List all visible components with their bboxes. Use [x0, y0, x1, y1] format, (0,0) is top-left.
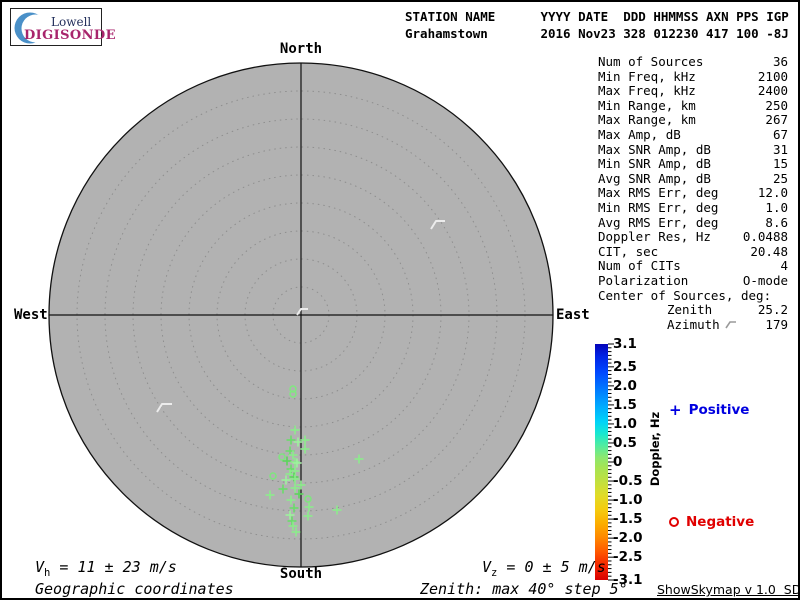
stat-value: 36 [772, 54, 788, 69]
stat-row: Zenith 25.2 [598, 302, 788, 318]
stat-row: Min Freq, kHz 2100 [598, 68, 788, 85]
colorbar-tick-label: -0.5 [613, 473, 643, 490]
colorbar-tick-label: -1.0 [613, 492, 643, 509]
stat-value: 12.0 [757, 185, 788, 201]
negative-legend-label: Negative [686, 514, 755, 530]
stat-label: Avg SNR Amp, dB [598, 170, 711, 186]
compass-south-label: South [279, 566, 323, 582]
measurement-stats-panel: Num of Sources 36 Min Freq, kHz 2100 Max Fre… [598, 54, 788, 333]
stat-row: Max Range, km 267 [598, 113, 788, 128]
stat-value: O-mode [742, 272, 788, 288]
stat-row: Min SNR Amp, dB 15 [598, 157, 788, 172]
colorbar-tick-label: 2.0 [613, 377, 637, 394]
stat-label: Max Range, km [598, 112, 696, 128]
negative-doppler-legend: Negative [669, 514, 754, 530]
stat-label: Min RMS Err, deg [598, 199, 719, 215]
colorbar-tick-label: -2.0 [613, 530, 643, 547]
stat-value: 25 [772, 170, 788, 186]
stat-value: 2400 [757, 83, 788, 99]
stat-row: Min RMS Err, deg 1.0 [598, 199, 788, 216]
colorbar-tick-label: 3.1 [613, 336, 637, 352]
stat-label: Max Freq, kHz [598, 83, 696, 99]
colorbar-tick-label: 2.5 [613, 358, 637, 375]
plus-marker-icon: + [669, 400, 682, 419]
stat-value: 31 [772, 141, 788, 157]
stat-row: Doppler Res, Hz 0.0488 [598, 230, 788, 245]
positive-legend-label: Positive [688, 402, 750, 418]
showskymap-window: Lowell DIGISONDE STATION NAME YYYY DATE … [0, 0, 800, 600]
compass-west-label: West [14, 307, 48, 323]
colorbar-tick-label: 1.5 [613, 396, 637, 413]
stat-row: Avg RMS Err, deg 8.6 [598, 214, 788, 231]
stat-label: Max RMS Err, deg [598, 185, 719, 201]
stat-label: Max Amp, dB [598, 126, 681, 142]
software-version-label: ShowSkymap v 1.0 SD v 5.1 [657, 582, 800, 597]
stat-row: Num of Sources 36 [598, 54, 788, 70]
stat-row: Min Range, km 250 [598, 97, 788, 114]
stat-value: 0.0488 [742, 229, 788, 245]
stat-value: 15 [772, 156, 788, 172]
stat-label: Avg RMS Err, deg [598, 214, 719, 230]
coordinate-system-label: Geographic coordinates [35, 580, 234, 598]
stat-row: Max RMS Err, deg 12.0 [598, 186, 788, 201]
stat-value: 25.2 [757, 302, 788, 318]
logo-lowell-text: Lowell [51, 15, 92, 29]
header-station-values: Grahamstown 2016 Nov23 328 012230 417 10… [405, 26, 789, 41]
vertical-velocity-readout: Vz = 0 ± 5 m/s [482, 558, 606, 579]
stat-value: 250 [765, 97, 788, 113]
stat-label: Doppler Res, Hz [598, 229, 711, 245]
colorbar-tick-label: 0.5 [613, 434, 637, 451]
stat-label: Zenith [667, 302, 713, 318]
stat-label: Azimuth [598, 317, 737, 333]
compass-east-label: East [556, 307, 590, 323]
stat-value: 2100 [757, 68, 788, 84]
horizontal-velocity-readout: Vh = 11 ± 23 m/s [35, 558, 177, 579]
stat-label: CIT, sec [598, 243, 659, 259]
colorbar-tick-label: 0 [613, 454, 623, 470]
header-column-titles: STATION NAME YYYY DATE DDD HHMMSS AXN PP… [405, 9, 789, 24]
stat-row: Avg SNR Amp, dB 25 [598, 170, 788, 187]
colorbar-tick-label: 1.0 [613, 415, 637, 432]
stat-row: Polarization O-mode [598, 272, 788, 289]
stat-label: Num of CITs [598, 258, 681, 274]
stat-value: 20.48 [750, 243, 788, 259]
center-of-sources-header: Center of Sources, deg: [598, 287, 772, 303]
lowell-digisonde-logo: Lowell DIGISONDE [10, 8, 116, 46]
doppler-colorbar [595, 344, 608, 580]
stat-value: 1.0 [765, 199, 788, 215]
zenith-range-label: Zenith: max 40° step 5° [420, 580, 628, 598]
stat-value: 267 [765, 112, 788, 128]
stat-label: Polarization [598, 272, 689, 288]
stat-label: Max SNR Amp, dB [598, 141, 711, 157]
positive-doppler-legend: + Positive [669, 402, 749, 418]
colorbar-tick-label: -2.5 [613, 549, 643, 566]
colorbar-axis-title: Doppler, Hz [648, 411, 662, 487]
stat-row: CIT, sec 20.48 [598, 243, 788, 260]
stat-value: 179 [765, 316, 788, 332]
compass-north-label: North [279, 41, 323, 57]
logo-digisonde-text: DIGISONDE [24, 28, 116, 43]
stat-label: Num of Sources [598, 54, 704, 69]
azimuth-arrow-icon [725, 321, 736, 329]
stat-row: Num of CITs 4 [598, 259, 788, 274]
stat-value: 67 [772, 126, 788, 142]
colorbar-tick-label: -1.5 [613, 511, 643, 528]
ring-marker-icon [669, 517, 679, 527]
stat-label: Min SNR Amp, dB [598, 156, 711, 172]
stat-value: 8.6 [765, 214, 788, 230]
stat-label: Min Freq, kHz [598, 68, 696, 84]
stat-label: Min Range, km [598, 97, 696, 113]
stat-row: Azimuth 179 [598, 316, 788, 333]
stat-row: Max SNR Amp, dB 31 [598, 141, 788, 158]
stat-row: Max Amp, dB 67 [598, 126, 788, 143]
stat-value: 4 [780, 258, 788, 274]
stat-row: Max Freq, kHz 2400 [598, 84, 788, 99]
